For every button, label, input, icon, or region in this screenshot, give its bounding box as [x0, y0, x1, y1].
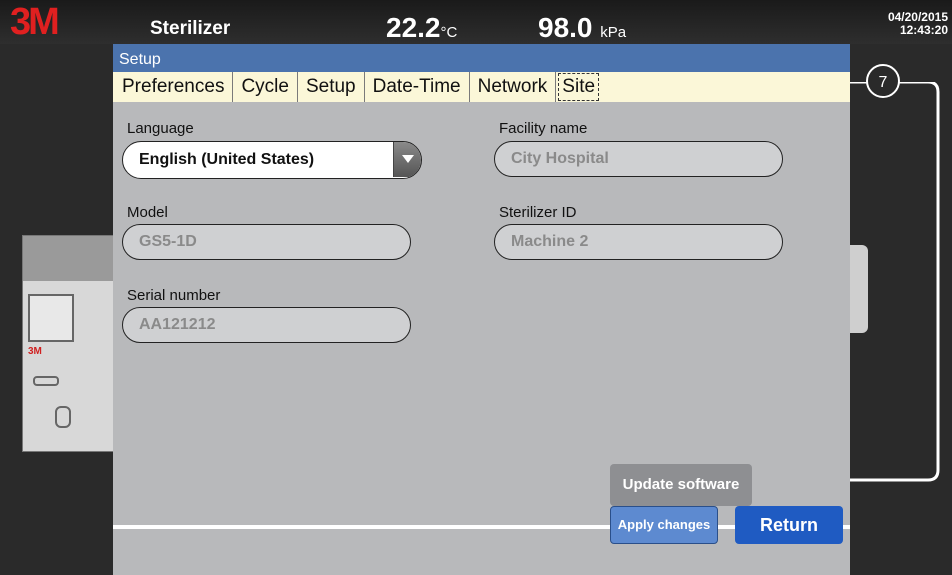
temperature-unit: °C [440, 24, 458, 41]
tab-bar: Preferences Cycle Setup Date-Time Networ… [113, 72, 850, 102]
language-label: Language [127, 120, 194, 137]
serial-number-field[interactable]: AA121212 [122, 307, 411, 343]
tab-date-time[interactable]: Date-Time [365, 72, 470, 102]
model-label: Model [127, 204, 168, 221]
machine-slot [33, 376, 59, 386]
temperature-readout: 22.2°C [386, 12, 457, 44]
status-bar: 3M Sterilizer 22.2°C 98.0 kPa 04/20/2015… [0, 0, 952, 44]
tab-setup[interactable]: Setup [298, 72, 365, 102]
machine-logo: 3M [28, 346, 42, 357]
time-text: 12:43:20 [899, 23, 948, 37]
tab-cycle[interactable]: Cycle [233, 72, 298, 102]
callout-number: 7 [866, 64, 900, 98]
sterilizer-illustration: 3M [22, 235, 116, 452]
return-button[interactable]: Return [735, 506, 843, 544]
dialog-title: Setup [113, 44, 850, 72]
apply-changes-button[interactable]: Apply changes [610, 506, 718, 544]
sterilizer-id-field[interactable]: Machine 2 [494, 224, 783, 260]
tab-preferences[interactable]: Preferences [113, 72, 234, 102]
3m-logo: 3M [10, 1, 60, 43]
datetime: 04/20/2015 12:43:20 [888, 11, 948, 37]
machine-lock-icon [55, 406, 71, 428]
machine-window [28, 294, 74, 342]
tab-network[interactable]: Network [470, 72, 557, 102]
pressure-value: 98.0 [538, 12, 593, 43]
callout-bracket [850, 82, 940, 482]
temperature-value: 22.2 [386, 12, 441, 43]
chevron-down-icon[interactable] [393, 142, 421, 177]
pressure-readout: 98.0 kPa [538, 12, 626, 44]
language-select[interactable]: English (United States) [122, 141, 422, 179]
device-title: Sterilizer [150, 18, 231, 39]
setup-dialog: Setup Preferences Cycle Setup Date-Time … [113, 44, 850, 575]
facility-name-field[interactable]: City Hospital [494, 141, 783, 177]
language-value: English (United States) [139, 151, 315, 168]
update-software-button[interactable]: Update software [610, 464, 752, 506]
tab-site[interactable]: Site [558, 73, 600, 101]
serial-number-label: Serial number [127, 287, 221, 304]
sterilizer-id-label: Sterilizer ID [499, 204, 577, 221]
pressure-unit: kPa [600, 24, 627, 41]
facility-name-label: Facility name [499, 120, 588, 137]
model-field[interactable]: GS5-1D [122, 224, 411, 260]
